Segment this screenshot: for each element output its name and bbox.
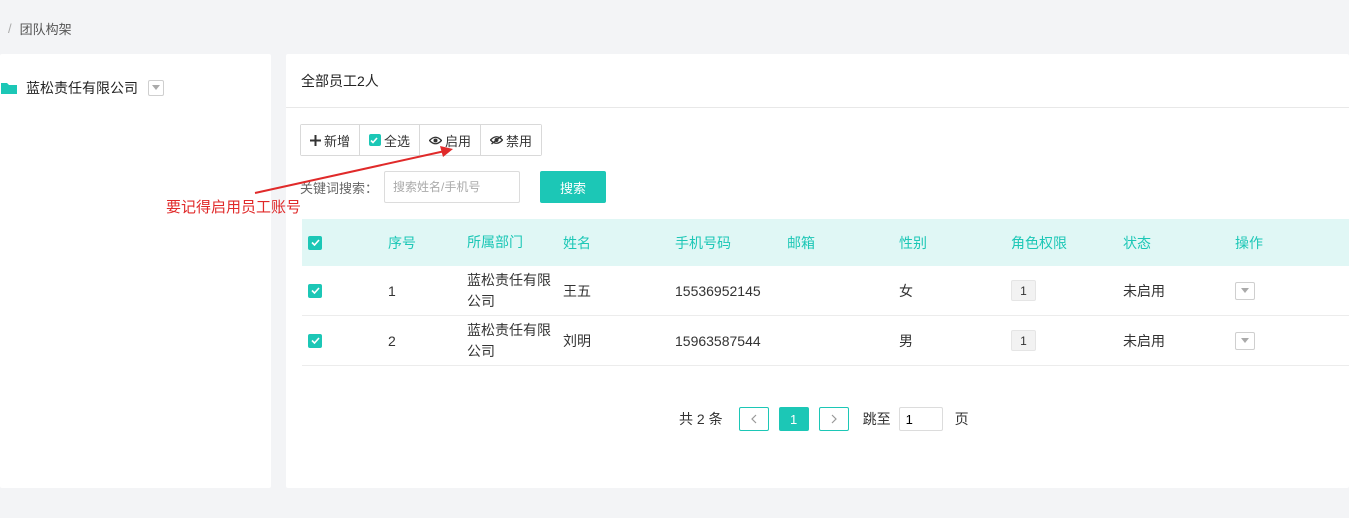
header-phone: 手机号码: [675, 234, 731, 251]
header-seq: 序号: [388, 234, 416, 251]
chevron-down-icon: [1241, 338, 1249, 343]
cell-ops: [1235, 331, 1335, 350]
page-number-current[interactable]: 1: [778, 407, 809, 431]
tree-node-label: 蓝松责任有限公司: [26, 80, 138, 96]
table-row: 2 蓝松责任有限公司 刘明 15963587544 男 1 未启用: [302, 316, 1349, 366]
row-actions-dropdown[interactable]: [1235, 331, 1255, 350]
table-header: 序号 所属部门 姓名 手机号码 邮箱 性别 角色权限 状态 操作: [302, 219, 1349, 266]
cell-dept: 蓝松责任有限公司: [467, 321, 551, 359]
row-actions-dropdown[interactable]: [1235, 281, 1255, 300]
employee-table: 序号 所属部门 姓名 手机号码 邮箱 性别 角色权限 状态 操作 1 蓝松责任有…: [302, 219, 1349, 366]
cell-dept: 蓝松责任有限公司: [467, 271, 551, 309]
cell-phone: 15536952145: [675, 282, 761, 299]
tree-node-dropdown[interactable]: [148, 80, 164, 96]
jump-label: 跳至: [862, 411, 891, 427]
chevron-down-icon: [152, 85, 160, 90]
cell-role: 1: [1011, 330, 1123, 351]
prev-page-button[interactable]: [738, 407, 769, 431]
add-button-label: 新增: [324, 133, 351, 149]
breadcrumb-current[interactable]: 团队构架: [20, 19, 72, 38]
select-all-checkbox[interactable]: [308, 235, 322, 250]
plus-icon: [310, 134, 321, 146]
org-tree-panel: 蓝松责任有限公司: [0, 54, 271, 488]
table-row: 1 蓝松责任有限公司 王五 15536952145 女 1 未启用: [302, 266, 1349, 316]
row-checkbox[interactable]: [308, 283, 322, 298]
cell-seq: 2: [388, 332, 396, 349]
header-name: 姓名: [563, 234, 591, 251]
header-ops: 操作: [1235, 234, 1263, 251]
enable-button-label: 启用: [445, 133, 472, 149]
role-badge[interactable]: 1: [1011, 330, 1036, 351]
next-page-button[interactable]: [818, 407, 849, 431]
cell-phone: 15963587544: [675, 332, 761, 349]
search-label: 关键词搜索：: [300, 180, 379, 196]
page-suffix: 页: [954, 411, 969, 427]
search-row: 关键词搜索： 搜索: [300, 171, 607, 203]
main-panel: 全部员工2人 新增 全选 启用 禁用 关键词搜索： 搜索姓名/手机号 搜索 序号…: [286, 54, 1349, 488]
breadcrumb: / 团队构架: [0, 4, 1349, 52]
select-all-button[interactable]: 全选: [360, 125, 421, 155]
header-gender: 性别: [899, 234, 927, 251]
header-role: 角色权限: [1011, 234, 1067, 251]
select-all-label: 全选: [384, 133, 411, 149]
enable-button[interactable]: 启用: [420, 125, 482, 155]
action-toolbar: 新增 全选 启用 禁用: [300, 124, 543, 156]
disable-button[interactable]: 禁用: [481, 125, 542, 155]
cell-gender: 女: [899, 282, 913, 299]
checkbox-icon: [369, 134, 382, 146]
chevron-left-icon: [750, 414, 757, 424]
header-dept: 所属部门: [467, 234, 523, 250]
eye-slash-icon: [490, 135, 504, 145]
row-checkbox-cell: [302, 283, 372, 298]
cell-name: 刘明: [563, 332, 591, 349]
page-title: 全部员工2人: [286, 54, 1349, 108]
row-checkbox-cell: [302, 333, 372, 348]
cell-seq: 1: [388, 282, 396, 299]
header-status: 状态: [1123, 234, 1151, 251]
header-checkbox-cell: [302, 235, 372, 250]
header-email: 邮箱: [787, 234, 815, 251]
annotation-text: 要记得启用员工账号: [166, 199, 302, 216]
tree-node-root[interactable]: 蓝松责任有限公司: [0, 78, 164, 98]
eye-icon: [429, 136, 443, 144]
folder-icon: [1, 83, 17, 94]
cell-status: 未启用: [1123, 282, 1165, 299]
pagination: 共 2 条 1 跳至 页: [679, 407, 969, 431]
cell-ops: [1235, 281, 1335, 300]
search-input[interactable]: [384, 171, 521, 203]
cell-status: 未启用: [1123, 332, 1165, 349]
row-checkbox[interactable]: [308, 333, 322, 348]
cell-gender: 男: [899, 332, 913, 349]
cell-role: 1: [1011, 280, 1123, 301]
chevron-right-icon: [831, 414, 837, 424]
chevron-down-icon: [1241, 288, 1249, 293]
role-badge[interactable]: 1: [1011, 280, 1036, 301]
add-button[interactable]: 新增: [301, 125, 361, 155]
jump-page-input[interactable]: [898, 407, 943, 431]
search-button[interactable]: 搜索: [540, 171, 607, 203]
pagination-total: 共 2 条: [679, 411, 723, 427]
breadcrumb-separator: /: [8, 20, 12, 36]
cell-name: 王五: [563, 282, 591, 299]
disable-button-label: 禁用: [506, 133, 533, 149]
